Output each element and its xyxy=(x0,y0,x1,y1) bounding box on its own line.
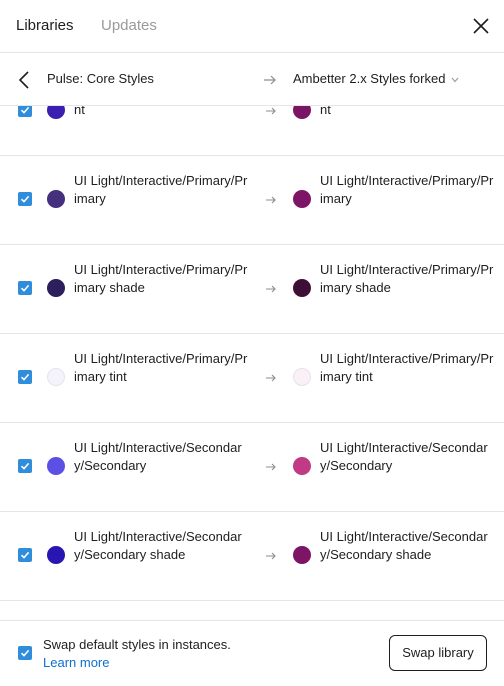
arrow-right-icon xyxy=(265,106,277,116)
chevron-down-icon xyxy=(452,77,459,82)
row-checkbox[interactable] xyxy=(18,106,32,117)
row-checkbox[interactable] xyxy=(18,370,32,384)
learn-more-link[interactable]: Learn more xyxy=(43,654,109,672)
row-checkbox[interactable] xyxy=(18,548,32,562)
target-style-name: UI Light/Interactive/Primary/Primary sha… xyxy=(320,262,494,295)
target-color-swatch xyxy=(293,106,311,119)
panel-header: Libraries Updates xyxy=(0,0,504,53)
arrow-right-icon xyxy=(265,193,277,205)
target-style-name: UI Light/Interactive/Primary/Primary xyxy=(320,173,494,206)
arrow-right-icon xyxy=(265,460,277,472)
source-color-swatch xyxy=(47,279,65,297)
source-style-name: UI Light/Interactive/Primary/Primary sha… xyxy=(74,262,248,295)
arrow-right-icon xyxy=(265,282,277,294)
target-color-swatch xyxy=(293,368,311,386)
style-mapping-row: UI Light/Interactive/Primary/Primary sha… xyxy=(0,245,504,334)
swap-default-styles-label: Swap default styles in instances. xyxy=(43,637,231,652)
tab-libraries[interactable]: Libraries xyxy=(16,16,74,36)
target-color-swatch xyxy=(293,546,311,564)
source-library-name: Pulse: Core Styles xyxy=(47,71,154,86)
source-color-swatch xyxy=(47,457,65,475)
row-checkbox[interactable] xyxy=(18,459,32,473)
back-arrow-icon[interactable] xyxy=(16,70,34,90)
source-style-name: UI Light/Interactive/Primary/Primary tin… xyxy=(74,351,248,384)
tab-updates[interactable]: Updates xyxy=(101,16,157,36)
style-mapping-row: UIUI xyxy=(0,601,504,620)
target-color-swatch xyxy=(293,279,311,297)
target-style-name: UI Light/Interactive/Secondary/Secondary… xyxy=(320,529,488,562)
target-style-name: UI Secondary/On Secondary tint xyxy=(320,106,331,117)
style-mapping-row: UI Light/Interactive/Secondary/Secondary… xyxy=(0,512,504,601)
source-style-name: UI Secondary/On Secondary tint xyxy=(74,106,85,117)
target-library-name: Ambetter 2.x Styles forked xyxy=(293,71,446,86)
arrow-right-icon xyxy=(265,549,277,561)
panel-footer: Swap default styles in instances. Learn … xyxy=(0,620,504,686)
target-style-name: UI Light/Interactive/Primary/Primary tin… xyxy=(320,351,494,384)
style-mapping-row: UI Light/Interactive/Primary/Primary tin… xyxy=(0,334,504,423)
arrow-right-icon xyxy=(263,73,277,85)
source-style-name: UI Light/Interactive/Secondary/Secondary xyxy=(74,440,242,473)
source-color-swatch xyxy=(47,546,65,564)
style-mapping-row: UI Secondary/On Secondary tint UI Seconda… xyxy=(0,106,504,156)
source-color-swatch xyxy=(47,190,65,208)
source-style-name: UI Light/Interactive/Secondary/Secondary… xyxy=(74,529,242,562)
style-mapping-row: UI Light/Interactive/Secondary/Secondary… xyxy=(0,423,504,512)
target-style-name: UI Light/Interactive/Secondary/Secondary xyxy=(320,440,488,473)
target-color-swatch xyxy=(293,190,311,208)
close-icon[interactable] xyxy=(471,16,491,36)
swap-library-button[interactable]: Swap library xyxy=(389,635,487,671)
style-mapping-row: UI Light/Interactive/Primary/Primary UI L… xyxy=(0,156,504,245)
row-checkbox[interactable] xyxy=(18,281,32,295)
swap-default-styles-checkbox[interactable] xyxy=(18,646,32,660)
source-style-name: UI Light/Interactive/Primary/Primary xyxy=(74,173,248,206)
library-swap-header: Pulse: Core Styles Ambetter 2.x Styles f… xyxy=(0,53,504,106)
target-color-swatch xyxy=(293,457,311,475)
arrow-right-icon xyxy=(265,371,277,383)
source-color-swatch xyxy=(47,106,65,119)
row-checkbox[interactable] xyxy=(18,192,32,206)
target-library-dropdown[interactable]: Ambetter 2.x Styles forked xyxy=(293,71,459,87)
style-mapping-list[interactable]: UI Secondary/On Secondary tint UI Seconda… xyxy=(0,106,504,620)
source-color-swatch xyxy=(47,368,65,386)
style-rows: UI Secondary/On Secondary tint UI Seconda… xyxy=(0,106,504,620)
